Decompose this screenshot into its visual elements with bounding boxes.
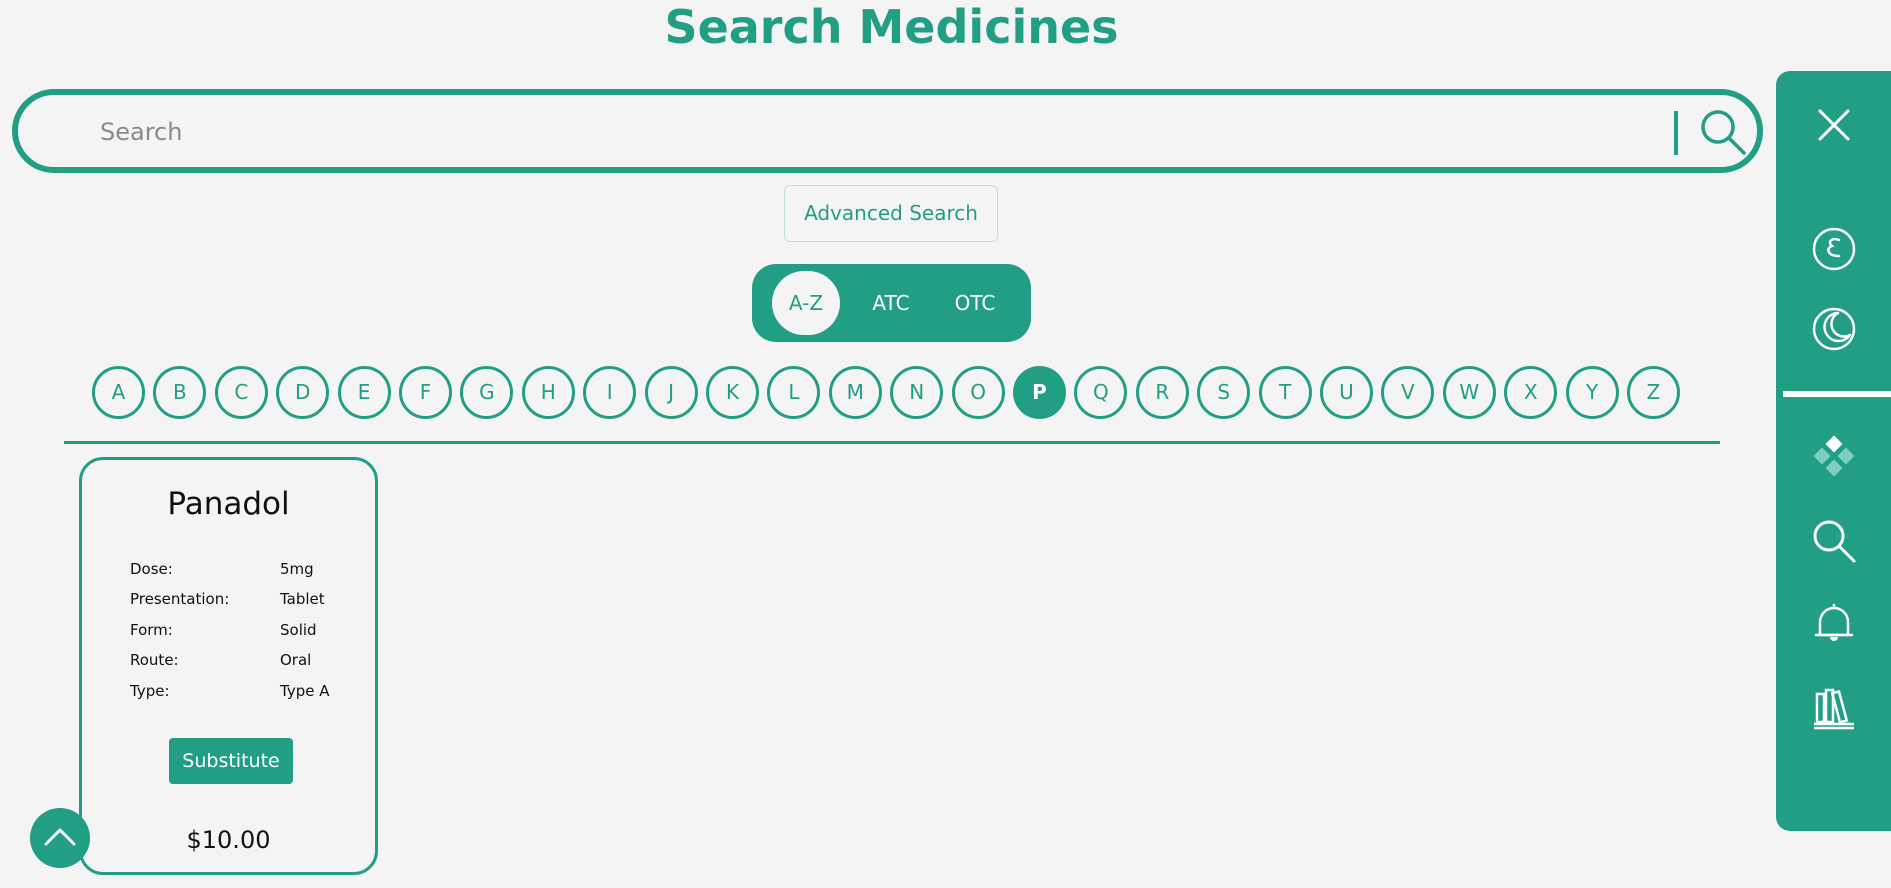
chevron-up-icon xyxy=(44,828,76,846)
letter-filter-o[interactable]: O xyxy=(951,366,1005,419)
letter-filter-u[interactable]: U xyxy=(1320,366,1373,419)
search-input[interactable] xyxy=(98,113,1662,151)
letter-filter-a[interactable]: A xyxy=(92,366,145,419)
close-icon xyxy=(1818,109,1850,141)
section-divider xyxy=(64,441,1720,444)
letter-filter-k[interactable]: K xyxy=(706,366,759,419)
scroll-to-top-button[interactable] xyxy=(30,808,90,868)
medicine-name: Panadol xyxy=(167,486,290,522)
letter-filter-c[interactable]: C xyxy=(214,366,268,419)
arabic-language-icon xyxy=(1812,227,1856,271)
letter-filter-i[interactable]: I xyxy=(583,366,637,419)
letter-filter-s[interactable]: S xyxy=(1197,366,1251,419)
mode-az-option[interactable]: A-Z xyxy=(772,271,840,335)
dark-mode-toggle[interactable] xyxy=(1810,305,1858,353)
medicine-card[interactable]: Panadol Dose: 5mg Presentation: Tablet F… xyxy=(79,457,378,875)
prop-label: Dose: xyxy=(130,560,173,578)
dark-mode-icon xyxy=(1812,307,1856,351)
letter-filter-p[interactable]: P xyxy=(1013,366,1066,419)
search-bar xyxy=(12,89,1763,173)
letter-filter-r[interactable]: R xyxy=(1135,366,1189,419)
letter-filter-q[interactable]: Q xyxy=(1074,366,1128,419)
search-button[interactable] xyxy=(1698,107,1750,159)
letter-filter-f[interactable]: F xyxy=(399,366,452,419)
medicine-price: $10.00 xyxy=(186,826,271,854)
bell-icon xyxy=(1814,604,1854,641)
letter-filter-d[interactable]: D xyxy=(276,366,330,419)
letter-filter-e[interactable]: E xyxy=(337,366,391,419)
language-toggle-button[interactable] xyxy=(1810,225,1858,273)
advanced-search-button[interactable]: Advanced Search xyxy=(784,185,998,242)
search-icon xyxy=(1701,110,1746,155)
letter-filter-h[interactable]: H xyxy=(521,366,575,419)
letter-filter-z[interactable]: Z xyxy=(1627,366,1680,419)
substitute-button[interactable]: Substitute xyxy=(169,738,293,784)
prop-value: Solid xyxy=(280,621,317,639)
letter-filter-j[interactable]: J xyxy=(644,366,698,419)
prop-label: Form: xyxy=(130,621,173,639)
letter-filter-x[interactable]: X xyxy=(1504,366,1558,419)
close-button[interactable] xyxy=(1810,101,1858,149)
letter-filter-l[interactable]: L xyxy=(767,366,821,419)
prop-value: Type A xyxy=(280,682,330,700)
letter-filter-t[interactable]: T xyxy=(1258,366,1312,419)
sidebar-search-button[interactable] xyxy=(1810,517,1858,565)
prop-value: 5mg xyxy=(280,560,314,578)
letter-filter-v[interactable]: V xyxy=(1381,366,1435,419)
mode-atc-option[interactable]: ATC xyxy=(857,271,925,335)
letter-filter-g[interactable]: G xyxy=(460,366,514,419)
letter-filter-b[interactable]: B xyxy=(153,366,207,419)
letter-filter-m[interactable]: M xyxy=(828,366,882,419)
prop-value: Tablet xyxy=(280,590,325,608)
page-title: Search Medicines xyxy=(664,0,1119,54)
right-sidebar xyxy=(1776,71,1891,831)
notifications-button[interactable] xyxy=(1810,599,1858,647)
letter-filter-y[interactable]: Y xyxy=(1565,366,1619,419)
letter-filter-w[interactable]: W xyxy=(1442,366,1496,419)
dashboard-icon xyxy=(1813,435,1855,477)
letter-filter-n[interactable]: N xyxy=(890,366,944,419)
library-icon xyxy=(1814,688,1854,730)
search-icon xyxy=(1813,520,1856,563)
mode-otc-option[interactable]: OTC xyxy=(941,271,1009,335)
search-divider xyxy=(1674,111,1678,155)
dashboard-button[interactable] xyxy=(1810,434,1858,482)
prop-value: Oral xyxy=(280,651,312,669)
prop-label: Presentation: xyxy=(130,590,230,608)
prop-label: Type: xyxy=(130,682,170,700)
library-button[interactable] xyxy=(1810,682,1858,730)
sidebar-divider xyxy=(1783,391,1891,397)
browse-mode-toggle: A-Z ATC OTC xyxy=(752,264,1031,342)
prop-label: Route: xyxy=(130,651,179,669)
